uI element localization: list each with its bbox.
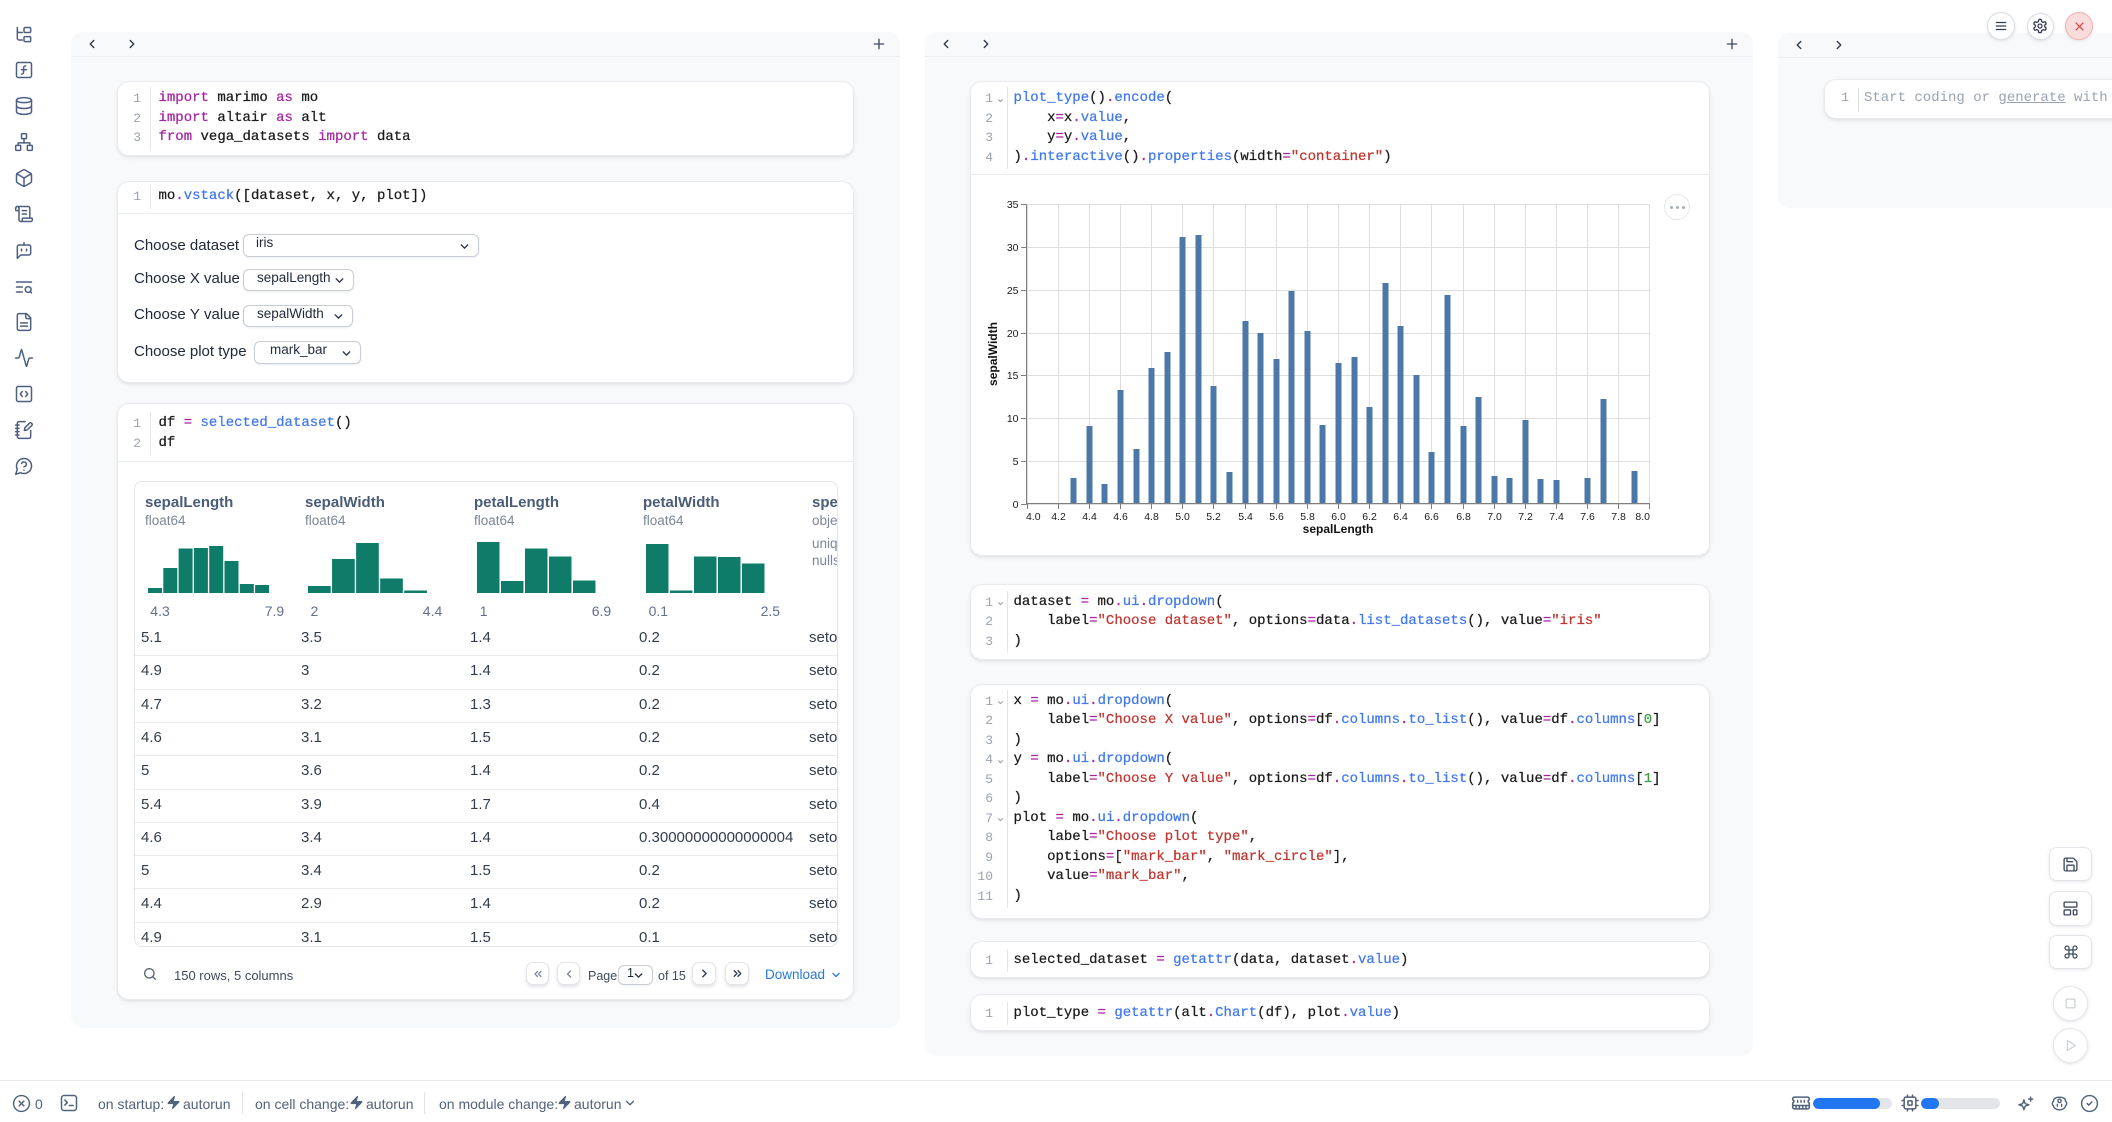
svg-text:6.8: 6.8 [1456, 511, 1471, 523]
svg-text:8.0: 8.0 [1635, 511, 1650, 523]
svg-text:5: 5 [1013, 456, 1019, 468]
svg-text:35: 35 [1007, 199, 1019, 211]
svg-text:10: 10 [1007, 413, 1019, 425]
svg-text:7.8: 7.8 [1611, 511, 1626, 523]
svg-text:5.4: 5.4 [1238, 511, 1253, 523]
svg-text:4.2: 4.2 [1051, 511, 1066, 523]
svg-text:6.4: 6.4 [1393, 511, 1408, 523]
svg-text:6.6: 6.6 [1424, 511, 1439, 523]
svg-text:sepalWidth: sepalWidth [986, 322, 1000, 386]
svg-text:4.6: 4.6 [1113, 511, 1128, 523]
svg-text:5.6: 5.6 [1269, 511, 1284, 523]
svg-text:20: 20 [1007, 328, 1019, 340]
svg-text:0: 0 [1013, 499, 1019, 511]
svg-text:7.2: 7.2 [1518, 511, 1533, 523]
svg-text:4.0: 4.0 [1026, 511, 1041, 523]
svg-text:4.4: 4.4 [1082, 511, 1097, 523]
svg-text:7.6: 7.6 [1580, 511, 1595, 523]
svg-text:5.0: 5.0 [1175, 511, 1190, 523]
svg-text:30: 30 [1007, 242, 1019, 254]
svg-text:sepalLength: sepalLength [1303, 522, 1374, 536]
svg-text:25: 25 [1007, 285, 1019, 297]
svg-text:4.8: 4.8 [1144, 511, 1159, 523]
svg-text:5.2: 5.2 [1206, 511, 1221, 523]
svg-text:15: 15 [1007, 370, 1019, 382]
svg-text:7.4: 7.4 [1549, 511, 1564, 523]
svg-text:7.0: 7.0 [1487, 511, 1502, 523]
